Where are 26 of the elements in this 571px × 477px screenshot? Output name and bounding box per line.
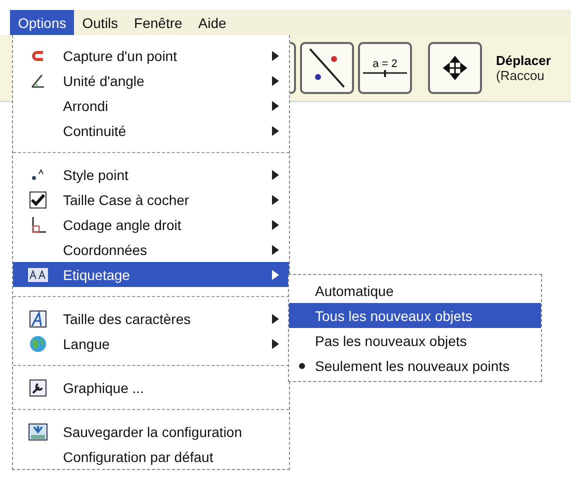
tool-hint: (Raccou xyxy=(496,68,546,83)
menu-item[interactable]: Unité d'angle xyxy=(13,68,289,93)
menu-item[interactable]: Style point xyxy=(13,162,289,187)
menu-item[interactable]: Taille Case à cocher xyxy=(13,187,289,212)
menu-item[interactable]: Langue xyxy=(13,331,289,356)
menu-item[interactable]: Capture d'un point xyxy=(13,43,289,68)
submenu-item[interactable]: Automatique xyxy=(289,278,541,303)
menu-item[interactable]: Taille des caractères xyxy=(13,306,289,331)
menu-item[interactable]: Graphique ... xyxy=(13,375,289,400)
menu-item[interactable]: Codage angle droit xyxy=(13,212,289,237)
menu-item[interactable]: Etiquetage xyxy=(13,262,289,287)
menu-title[interactable]: Aide xyxy=(190,10,234,35)
submenu-item[interactable]: Seulement les nouveaux points xyxy=(289,353,541,378)
menu-item[interactable]: Continuité xyxy=(13,118,289,143)
menu-item[interactable]: Arrondi xyxy=(13,93,289,118)
menu-item[interactable]: Coordonnées xyxy=(13,237,289,262)
menu-item[interactable]: Sauvegarder la configuration xyxy=(13,419,289,444)
submenu-item[interactable]: Pas les nouveaux objets xyxy=(289,328,541,353)
tool-button[interactable]: a = 2 xyxy=(358,42,412,94)
submenu-item[interactable]: Tous les nouveaux objets xyxy=(289,303,541,328)
slider-label: a = 2 xyxy=(372,58,398,70)
menu-item[interactable]: Configuration par défaut xyxy=(13,444,289,469)
menu-title[interactable]: Options xyxy=(10,10,74,35)
tool-name: Déplacer xyxy=(496,53,551,68)
menu-title[interactable]: Fenêtre xyxy=(126,10,190,35)
menu-title[interactable]: Outils xyxy=(74,10,126,35)
